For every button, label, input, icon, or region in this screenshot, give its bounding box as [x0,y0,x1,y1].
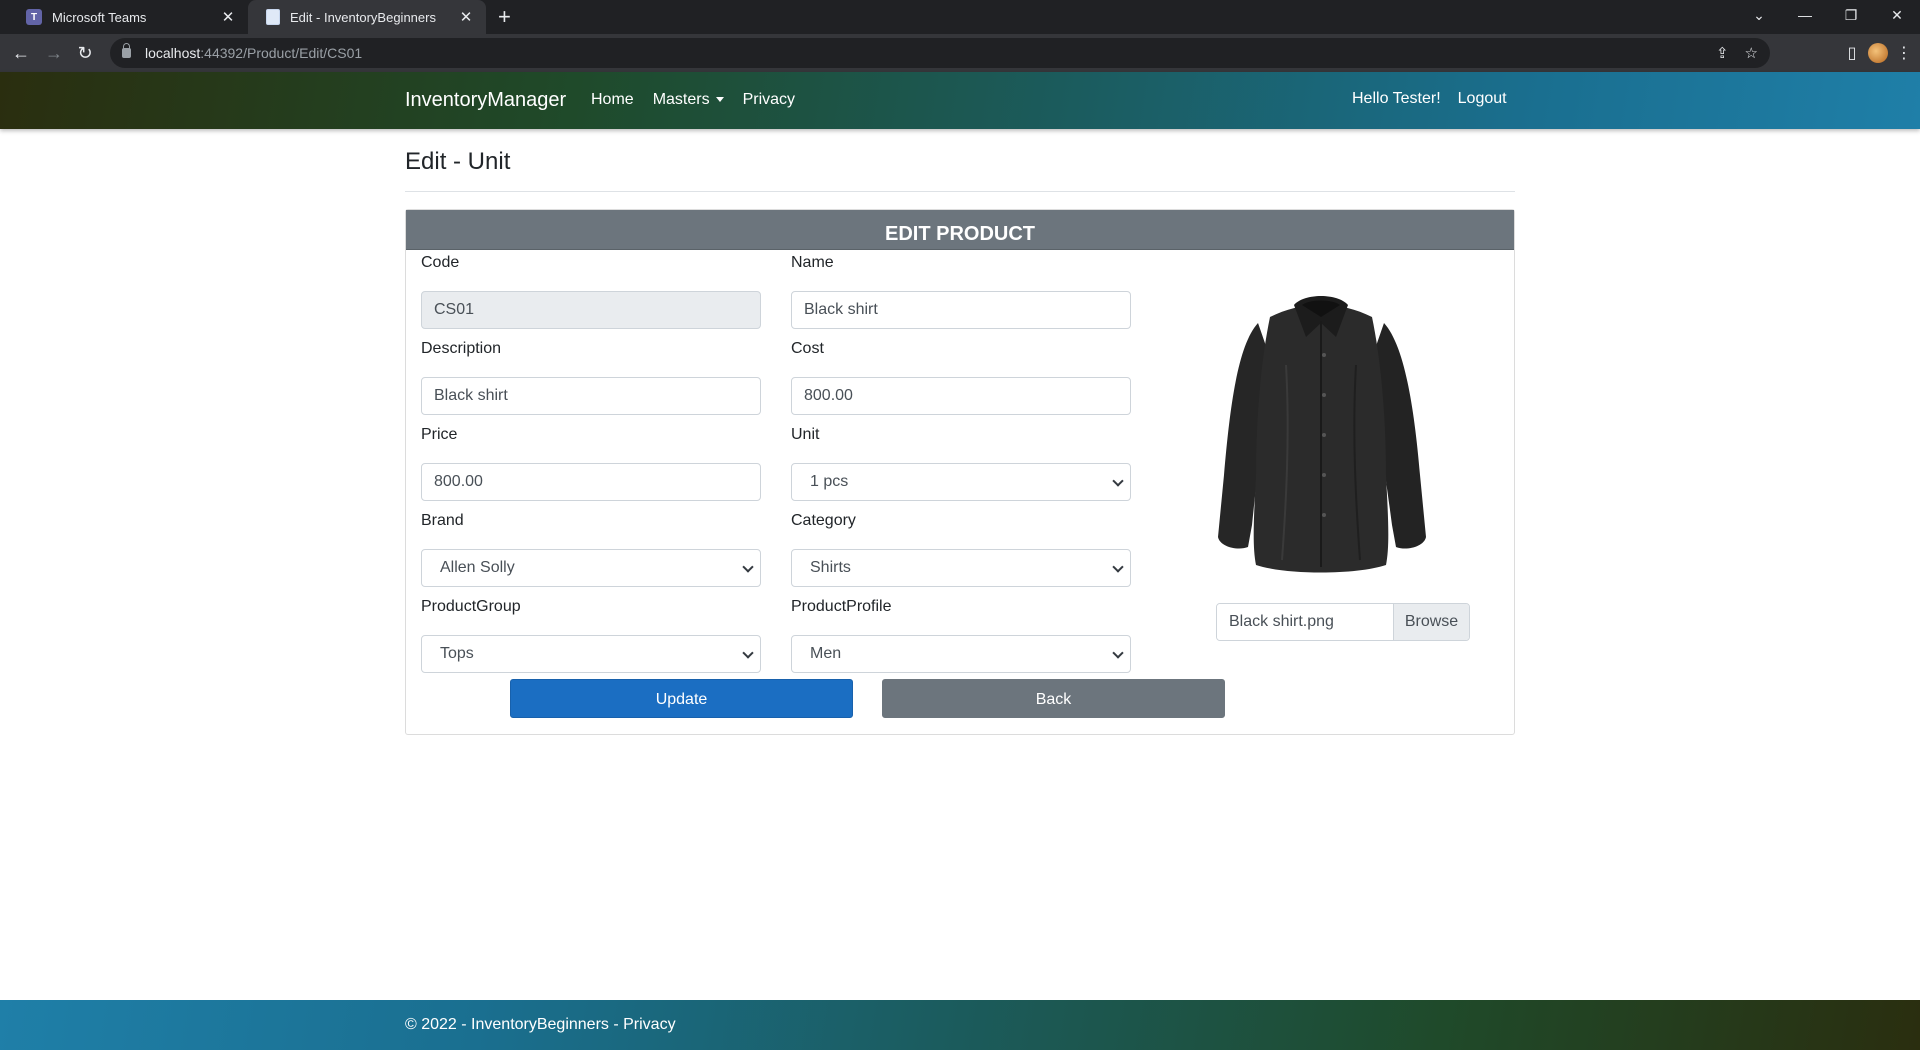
card-header: EDIT PRODUCT [406,210,1514,250]
nav-privacy[interactable]: Privacy [743,91,795,109]
restore-button[interactable]: ❐ [1828,0,1874,30]
brand-field-group: Brand Allen Solly [421,512,761,587]
minimize-button[interactable]: — [1782,0,1828,30]
product-image [1218,296,1426,573]
price-label: Price [421,426,458,443]
unit-field-group: Unit 1 pcs [791,426,1131,501]
browser-toolbar: ← → ↻ localhost:44392/Product/Edit/CS01 … [0,34,1920,72]
side-panel-icon[interactable]: ▯ [1836,43,1868,63]
product-group-select-value: Tops [440,645,474,662]
bookmark-star-icon[interactable]: ☆ [1745,44,1758,62]
nav-user-area: Hello Tester! Logout [1352,90,1507,108]
edit-product-card: EDIT PRODUCT Code CS01 Name Black shirt … [405,209,1515,735]
url-path: :44392/Product/Edit/CS01 [200,45,363,61]
chevron-down-icon [1112,647,1124,659]
new-tab-button[interactable]: + [498,5,511,29]
share-icon[interactable]: ⇪ [1716,44,1729,62]
menu-kebab-icon[interactable]: ⋮ [1888,43,1920,63]
unit-select-value: 1 pcs [810,473,849,490]
product-group-label: ProductGroup [421,598,521,615]
heading-divider [405,191,1515,192]
close-window-button[interactable]: ✕ [1874,0,1920,30]
product-profile-select[interactable]: Men [791,635,1131,673]
back-button[interactable]: Back [882,679,1225,718]
cost-label: Cost [791,340,824,357]
footer-privacy-link[interactable]: Privacy [623,1016,675,1033]
price-field-group: Price 800.00 [421,426,761,501]
product-group-field-group: ProductGroup Tops [421,598,761,673]
profile-avatar-icon[interactable] [1868,43,1888,63]
unit-label: Unit [791,426,820,443]
product-profile-label: ProductProfile [791,598,892,615]
image-file-input[interactable]: Black shirt.png Browse [1216,603,1470,641]
brand-select[interactable]: Allen Solly [421,549,761,587]
nav-links: Home Masters Privacy [591,91,795,109]
page-icon [266,9,280,25]
category-label: Category [791,512,856,529]
user-greeting[interactable]: Hello Tester! [1352,90,1441,108]
logout-link[interactable]: Logout [1458,90,1507,108]
chevron-down-icon [1112,561,1124,573]
lock-icon [122,43,131,58]
category-select-value: Shirts [810,559,851,576]
back-arrow-icon[interactable]: ← [8,40,34,66]
browser-tab-edit[interactable]: Edit - InventoryBeginners ✕ [248,0,486,34]
product-profile-field-group: ProductProfile Men [791,598,1131,673]
code-input: CS01 [421,291,761,329]
product-profile-select-value: Men [810,645,842,662]
site-footer: © 2022 - InventoryBeginners - Privacy [0,1000,1920,1050]
nav-masters-dropdown[interactable]: Masters [653,91,724,109]
nav-masters-label: Masters [652,91,710,108]
footer-copyright: © 2022 - InventoryBeginners - [405,1016,624,1033]
name-label: Name [791,254,834,271]
nav-home[interactable]: Home [591,91,634,109]
file-name: Black shirt.png [1217,604,1393,640]
chevron-down-icon [742,647,754,659]
tab-search-icon[interactable]: ⌄ [1736,0,1782,30]
teams-icon: T [26,9,42,25]
unit-select[interactable]: 1 pcs [791,463,1131,501]
browse-button[interactable]: Browse [1393,604,1469,640]
cost-field-group: Cost 800.00 [791,340,1131,415]
close-tab-icon[interactable]: ✕ [220,8,236,26]
price-input[interactable]: 800.00 [421,463,761,501]
address-bar[interactable]: localhost:44392/Product/Edit/CS01 ⇪ ☆ [110,38,1770,68]
browser-tabstrip: T Microsoft Teams ✕ Edit - InventoryBegi… [0,0,1920,34]
brand-link[interactable]: InventoryManager [405,89,566,112]
cost-input[interactable]: 800.00 [791,377,1131,415]
window-controls: ⌄ — ❐ ✕ [1736,0,1920,30]
brand-label: Brand [421,512,464,529]
page-title: Edit - Unit [405,148,511,175]
browser-tab-teams[interactable]: T Microsoft Teams ✕ [8,0,248,34]
description-input[interactable]: Black shirt [421,377,761,415]
omnibox-icons: ⇪ ☆ [1716,38,1758,68]
brand-select-value: Allen Solly [440,559,515,576]
url-host: localhost [145,45,201,61]
chevron-down-icon [742,561,754,573]
name-field-group: Name Black shirt [791,254,1131,329]
code-label: Code [421,254,460,271]
name-input[interactable]: Black shirt [791,291,1131,329]
tab-title: Edit - InventoryBeginners [290,9,436,25]
caret-down-icon [715,97,724,103]
tab-title: Microsoft Teams [52,9,147,25]
category-select[interactable]: Shirts [791,549,1131,587]
toolbar-right: ▯ ⋮ [1836,38,1920,68]
site-navbar: InventoryManager Home Masters Privacy He… [0,72,1920,129]
product-group-select[interactable]: Tops [421,635,761,673]
code-field-group: Code CS01 [421,254,761,329]
reload-icon[interactable]: ↻ [72,40,98,66]
close-tab-icon[interactable]: ✕ [458,8,474,26]
description-field-group: Description Black shirt [421,340,761,415]
update-button[interactable]: Update [510,679,853,718]
chevron-down-icon [1112,475,1124,487]
footer-text-wrap: © 2022 - InventoryBeginners - Privacy [405,1016,676,1034]
forward-arrow-icon[interactable]: → [41,40,67,66]
description-label: Description [421,340,502,357]
category-field-group: Category Shirts [791,512,1131,587]
